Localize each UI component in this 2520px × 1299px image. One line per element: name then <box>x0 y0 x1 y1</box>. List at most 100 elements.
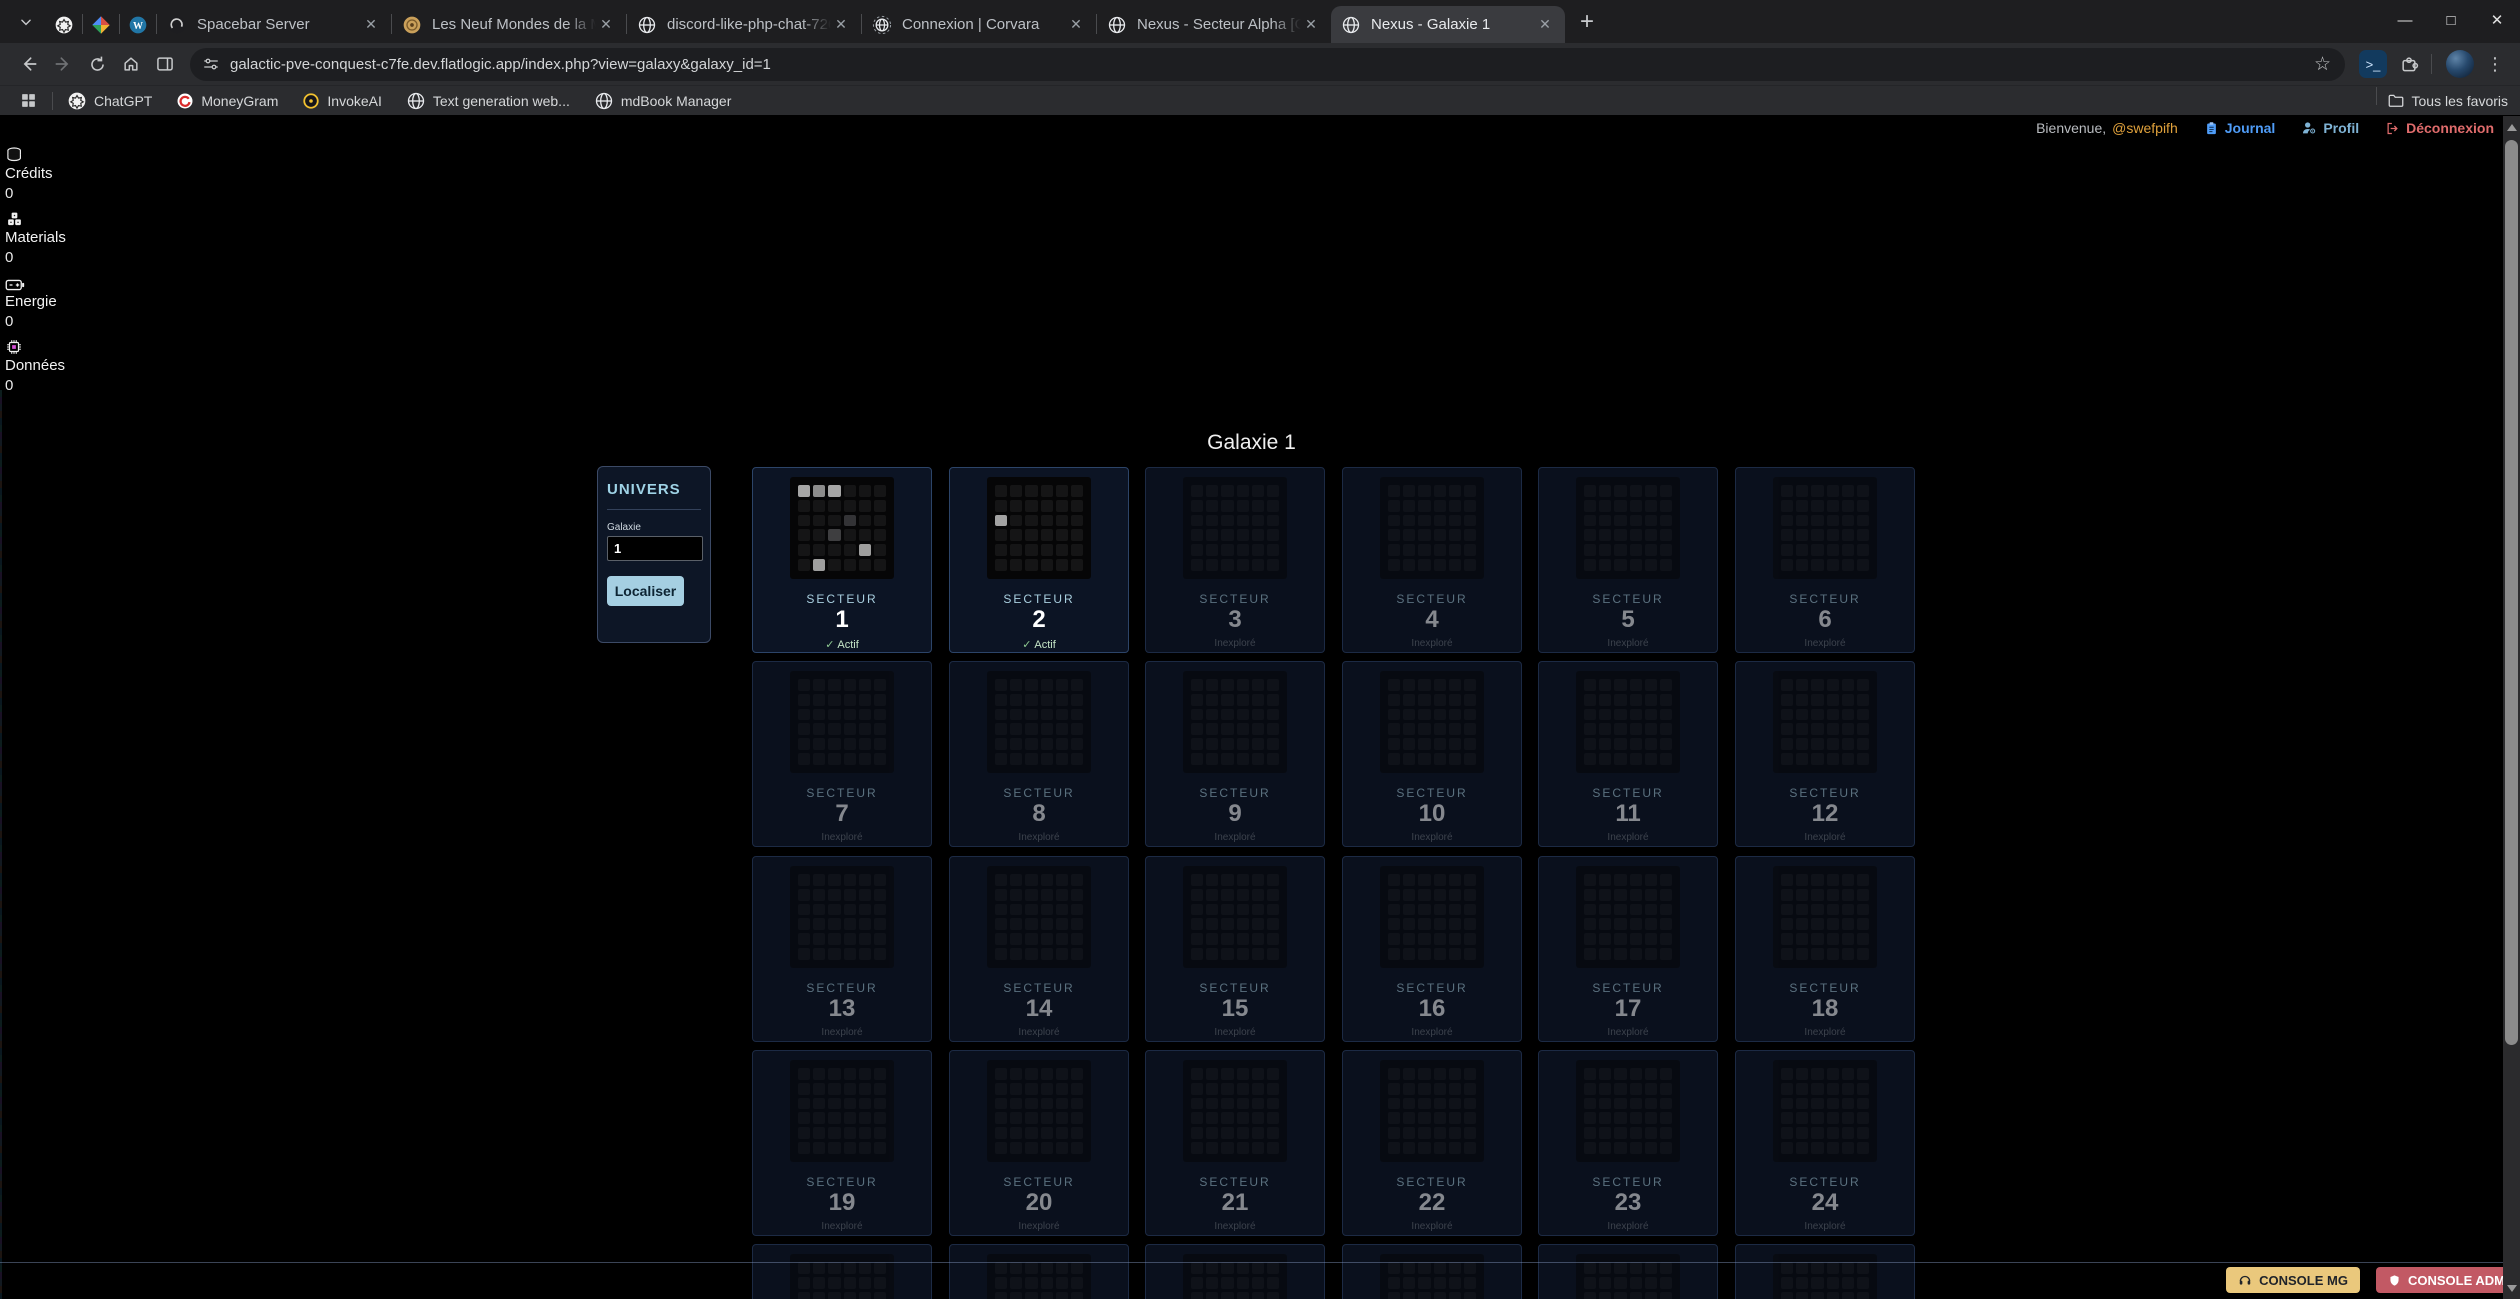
bookmark-item[interactable]: MoneyGram <box>176 92 278 110</box>
sector-card-7[interactable]: SECTEUR7Inexploré <box>752 661 932 847</box>
bookmark-item[interactable]: InvokeAI <box>302 92 381 110</box>
bookmarks-separator <box>52 92 53 110</box>
address-bar[interactable]: galactic-pve-conquest-c7fe.dev.flatlogic… <box>190 48 2345 81</box>
scrollbar-up-icon[interactable] <box>2503 116 2520 138</box>
tab-3[interactable]: discord-like-php-chat-7262.dev✕ <box>627 6 861 43</box>
sector-card-17[interactable]: SECTEUR17Inexploré <box>1538 856 1718 1042</box>
sector-card-28[interactable]: SECTEUR28Inexploré <box>1342 1244 1522 1299</box>
sector-card-4[interactable]: SECTEUR4Inexploré <box>1342 467 1522 653</box>
sector-cell <box>874 1292 886 1299</box>
pinned-tab-wordpress[interactable]: W <box>120 6 156 43</box>
back-button[interactable] <box>12 47 46 81</box>
url-text[interactable]: galactic-pve-conquest-c7fe.dev.flatlogic… <box>230 56 2306 73</box>
sector-status: Inexploré <box>1146 1027 1324 1038</box>
sector-cell <box>1811 500 1823 512</box>
sector-card-29[interactable]: SECTEUR29Inexploré <box>1538 1244 1718 1299</box>
console-adm-button[interactable]: CONSOLE ADMIN <box>2376 1267 2520 1293</box>
minimize-button[interactable]: — <box>2382 0 2428 40</box>
pinned-tab-gemini-sparkle[interactable] <box>83 6 119 43</box>
tab-search-button[interactable] <box>10 6 42 38</box>
sector-cell <box>1221 559 1233 571</box>
sector-status: ✓Actif <box>950 638 1128 651</box>
sector-card-10[interactable]: SECTEUR10Inexploré <box>1342 661 1522 847</box>
tab-close-icon[interactable]: ✕ <box>1066 15 1086 35</box>
pinned-extension-icon[interactable]: >_ <box>2359 50 2387 78</box>
sector-card-22[interactable]: SECTEUR22Inexploré <box>1342 1050 1522 1236</box>
sector-card-20[interactable]: SECTEUR20Inexploré <box>949 1050 1129 1236</box>
sector-card-11[interactable]: SECTEUR11Inexploré <box>1538 661 1718 847</box>
bookmark-item[interactable]: Text generation web... <box>406 91 570 111</box>
sector-cell <box>1464 1277 1476 1289</box>
maximize-button[interactable]: □ <box>2428 0 2474 40</box>
sector-card-30[interactable]: SECTEUR30Inexploré <box>1735 1244 1915 1299</box>
sector-card-3[interactable]: SECTEUR3Inexploré <box>1145 467 1325 653</box>
pinned-tab-chatgpt[interactable] <box>46 6 82 43</box>
mythologie-icon <box>402 15 422 35</box>
tab-close-icon[interactable]: ✕ <box>1301 15 1321 35</box>
home-button[interactable] <box>114 47 148 81</box>
extensions-puzzle-icon[interactable] <box>2393 48 2425 80</box>
sector-cell <box>1388 544 1400 556</box>
bookmark-star-icon[interactable]: ☆ <box>2306 53 2339 76</box>
tab-close-icon[interactable]: ✕ <box>831 15 851 35</box>
sector-cell <box>1388 1098 1400 1110</box>
profil-link[interactable]: Profil <box>2301 120 2359 136</box>
tab-5[interactable]: Nexus - Secteur Alpha [G1]✕ <box>1097 6 1331 43</box>
sector-cell <box>1434 904 1446 916</box>
sector-card-12[interactable]: SECTEUR12Inexploré <box>1735 661 1915 847</box>
sector-card-25[interactable]: SECTEUR25Inexploré <box>752 1244 932 1299</box>
bookmark-item[interactable]: ChatGPT <box>67 91 152 111</box>
sector-card-2[interactable]: SECTEUR2✓Actif <box>949 467 1129 653</box>
new-tab-button[interactable]: + <box>1571 6 1603 38</box>
localiser-button[interactable]: Localiser <box>607 576 684 606</box>
sector-card-5[interactable]: SECTEUR5Inexploré <box>1538 467 1718 653</box>
tab-close-icon[interactable]: ✕ <box>596 15 616 35</box>
sector-card-27[interactable]: SECTEUR27Inexploré <box>1145 1244 1325 1299</box>
sector-card-21[interactable]: SECTEUR21Inexploré <box>1145 1050 1325 1236</box>
tab-6[interactable]: Nexus - Galaxie 1✕ <box>1331 6 1565 43</box>
sector-card-19[interactable]: SECTEUR19Inexploré <box>752 1050 932 1236</box>
sector-card-9[interactable]: SECTEUR9Inexploré <box>1145 661 1325 847</box>
close-button[interactable]: ✕ <box>2474 0 2520 40</box>
sector-cell <box>1796 559 1808 571</box>
apps-grid-icon[interactable] <box>12 85 44 117</box>
tab-4[interactable]: Connexion | Corvara✕ <box>862 6 1096 43</box>
sector-card-14[interactable]: SECTEUR14Inexploré <box>949 856 1129 1042</box>
page-scrollbar[interactable] <box>2503 116 2520 1299</box>
sector-cell <box>1660 1292 1672 1299</box>
tab-2[interactable]: Les Neuf Mondes de la Mythologie✕ <box>392 6 626 43</box>
sector-card-26[interactable]: SECTEUR26Inexploré <box>949 1244 1129 1299</box>
side-panel-button[interactable] <box>148 47 182 81</box>
sector-card-6[interactable]: SECTEUR6Inexploré <box>1735 467 1915 653</box>
sector-cell <box>1842 559 1854 571</box>
sector-cell <box>1191 1142 1203 1154</box>
browser-menu-icon[interactable]: ⋮ <box>2482 54 2508 75</box>
tab-close-icon[interactable]: ✕ <box>1535 15 1555 35</box>
sector-cell <box>1796 1098 1808 1110</box>
sector-cell <box>1056 485 1068 497</box>
sector-cell <box>1252 874 1264 886</box>
logout-link[interactable]: Déconnexion <box>2385 120 2494 136</box>
scrollbar-thumb[interactable] <box>2505 140 2518 1045</box>
reload-button[interactable] <box>80 47 114 81</box>
forward-button[interactable] <box>46 47 80 81</box>
sector-cell <box>1449 679 1461 691</box>
sector-card-8[interactable]: SECTEUR8Inexploré <box>949 661 1129 847</box>
journal-link[interactable]: Journal <box>2204 120 2276 136</box>
sector-card-13[interactable]: SECTEUR13Inexploré <box>752 856 932 1042</box>
sector-card-15[interactable]: SECTEUR15Inexploré <box>1145 856 1325 1042</box>
tab-close-icon[interactable]: ✕ <box>361 15 381 35</box>
sector-card-18[interactable]: SECTEUR18Inexploré <box>1735 856 1915 1042</box>
sector-card-24[interactable]: SECTEUR24Inexploré <box>1735 1050 1915 1236</box>
sector-card-1[interactable]: SECTEUR1✓Actif <box>752 467 932 653</box>
sector-cell <box>1614 753 1626 765</box>
console-mg-button[interactable]: CONSOLE MG <box>2226 1267 2360 1293</box>
sector-card-16[interactable]: SECTEUR16Inexploré <box>1342 856 1522 1042</box>
bookmark-item[interactable]: mdBook Manager <box>594 91 732 111</box>
scrollbar-down-icon[interactable] <box>2503 1277 2520 1299</box>
galaxie-input[interactable] <box>607 536 703 561</box>
all-bookmarks-button[interactable]: Tous les favoris <box>2387 92 2508 110</box>
profile-avatar[interactable] <box>2446 50 2474 78</box>
tab-1[interactable]: Spacebar Server✕ <box>157 6 391 43</box>
sector-card-23[interactable]: SECTEUR23Inexploré <box>1538 1050 1718 1236</box>
